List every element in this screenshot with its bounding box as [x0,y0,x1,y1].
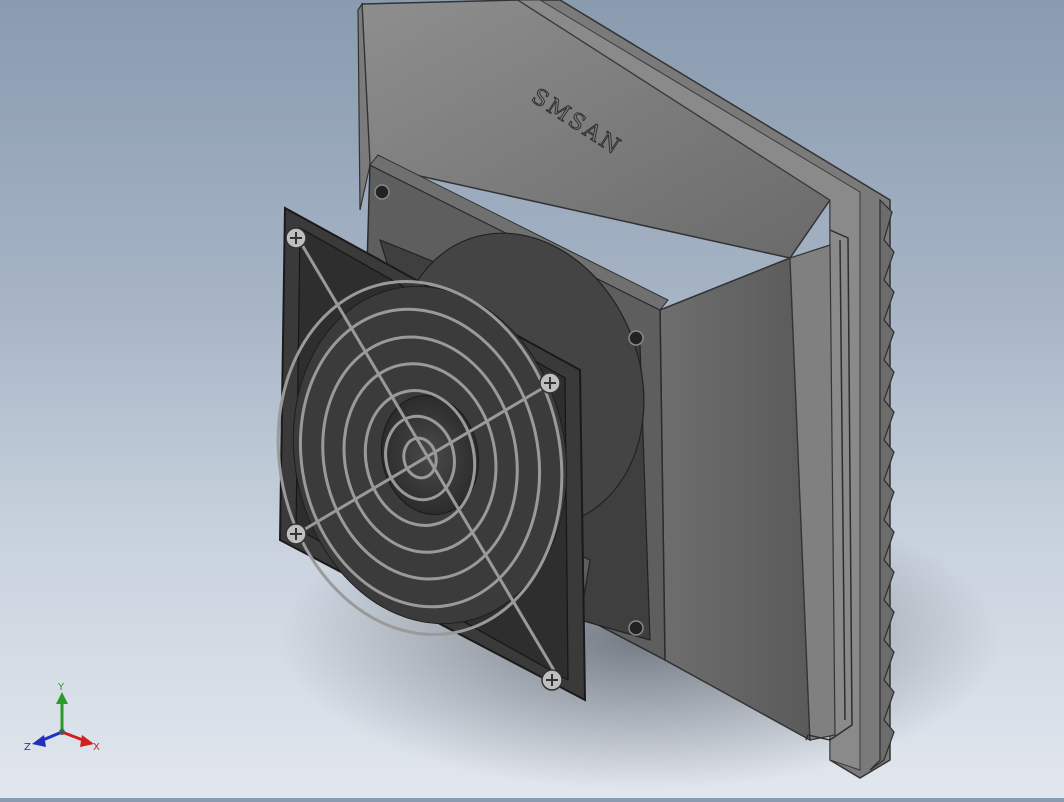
triad-origin-icon [59,729,65,735]
z-axis-label: Z [24,742,31,753]
screw-bottom-left [285,523,307,545]
y-axis-arrow-icon [56,692,68,704]
model-render[interactable]: SMSAN [0,0,1064,798]
housing-side-face [659,256,811,742]
view-orientation-triad[interactable]: Y X Z [22,680,112,760]
x-axis-arrow-icon [80,735,94,747]
z-axis-arrow-icon [32,735,46,747]
y-axis-label: Y [57,682,65,693]
graphics-viewport[interactable]: SMSAN [0,0,1064,798]
screw-top-left [285,227,307,249]
screw-bottom-right [541,669,563,691]
x-axis-label: X [93,742,100,753]
screw-top-right [539,372,561,394]
